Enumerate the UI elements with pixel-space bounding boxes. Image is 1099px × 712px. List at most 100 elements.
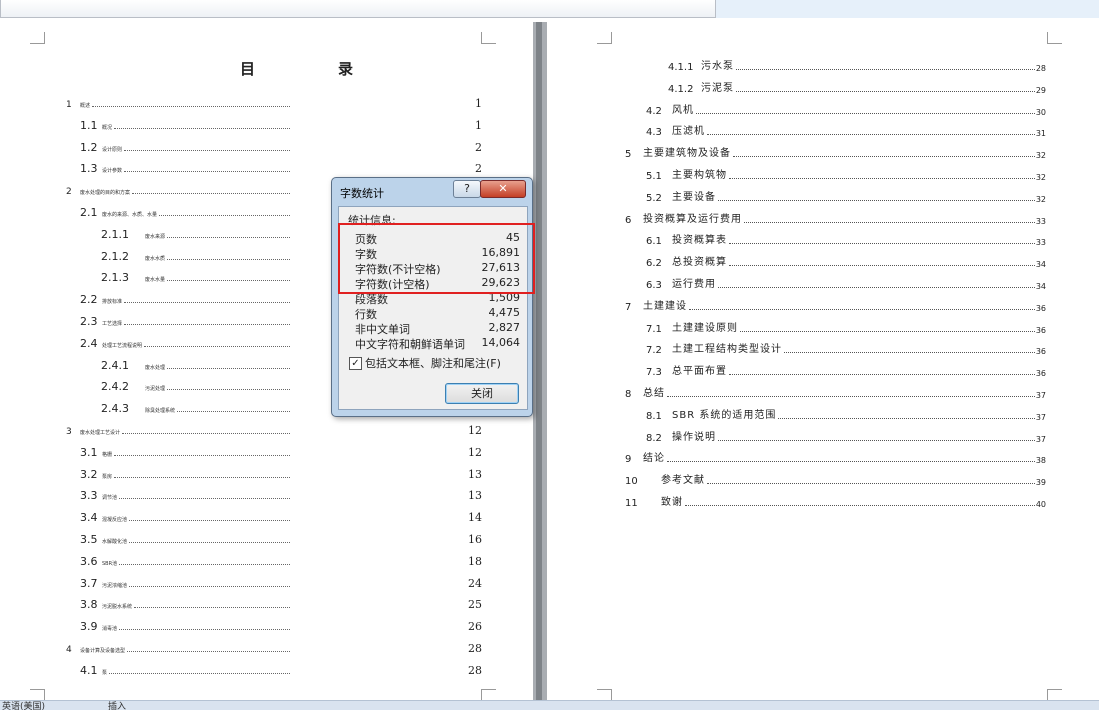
toc-entry-number: 10 (625, 476, 638, 488)
toc-entry-title: SBR池 (102, 560, 118, 567)
toc-leader-dots (119, 563, 290, 565)
toc-leader-dots (718, 287, 1035, 288)
toolbar-background (716, 0, 1099, 18)
toc-leader-dots (129, 520, 290, 522)
toc-entry-title: 运行费用 (672, 279, 716, 290)
toc-entry-number: 4.3 (646, 127, 662, 139)
toc-entry-page: 29 (1035, 85, 1046, 95)
toc-entry[interactable]: 6.3 运行费用 34 (0, 275, 1099, 291)
toc-entry-page: 14 (468, 511, 482, 525)
toc-entry-title: 主要构筑物 (672, 170, 727, 181)
toc-entry-number: 4 (66, 645, 72, 655)
dialog-close-icon[interactable]: ✕ (480, 180, 526, 198)
dialog-title: 字数统计 (340, 187, 384, 200)
stat-value-cjk-chars: 14,064 (481, 336, 521, 349)
toc-entry[interactable]: 10 参考文献 39 (0, 471, 1099, 487)
stat-label-lines: 行数 (355, 308, 377, 321)
toc-entry[interactable]: 4.3 压滤机 31 (0, 122, 1099, 138)
toc-entry[interactable]: 7.2 土建工程结构类型设计 36 (0, 340, 1099, 356)
toc-entry-page: 32 (1035, 194, 1046, 204)
include-textboxes-checkbox[interactable]: ✓ (349, 357, 362, 370)
toc-entry-page: 39 (1035, 478, 1046, 488)
toc-leader-dots (729, 243, 1035, 245)
toc-entry-number: 3.8 (80, 598, 98, 612)
toc-entry[interactable]: 4.1.1 污水泵 28 (0, 57, 1099, 73)
toc-entry-number: 4.2 (646, 105, 662, 117)
toc-entry-page: 28 (468, 642, 482, 655)
status-insert-mode[interactable]: 插入 (108, 699, 126, 712)
toc-entry[interactable]: 9 结论 38 (0, 449, 1099, 465)
toc-entry-title: 操作说明 (672, 431, 716, 443)
toc-entry-number: 4.1.2 (668, 83, 694, 95)
toc-entry[interactable]: 8 总结 37 (0, 384, 1099, 400)
crop-mark (1047, 32, 1062, 44)
toc-entry-page: 32 (1035, 151, 1046, 161)
toc-entry-number: 3.9 (80, 620, 98, 634)
word-count-dialog: 字数统计 ? ✕ 统计信息: 页数 45 字数 16,891 字符数(不计空格)… (331, 177, 533, 417)
toc-entry-page: 40 (1035, 500, 1046, 509)
toc-entry-title: 消毒池 (102, 626, 118, 633)
toc-leader-dots (707, 483, 1035, 485)
toc-entry[interactable]: 5.2 主要设备 32 (0, 188, 1099, 204)
toc-entry[interactable]: 8.1 SBR 系统的适用范围 37 (0, 406, 1099, 422)
toc-entry-number: 11 (625, 498, 638, 509)
toc-leader-dots (733, 156, 1035, 158)
toc-entry-number: 3.5 (80, 533, 98, 546)
toc-leader-dots (134, 607, 290, 609)
toc-entry-page: 26 (468, 620, 482, 634)
toc-entry-number: 8 (625, 389, 632, 400)
toc-entry-title: 总平面布置 (672, 366, 727, 378)
include-textboxes-label[interactable]: 包括文本框、脚注和尾注(F) (365, 355, 501, 371)
toc-entry-number: 7.3 (646, 367, 662, 379)
toc-leader-dots (744, 221, 1035, 223)
toc-entry-title: 总投资概算 (672, 257, 727, 269)
toc-leader-dots (129, 542, 290, 543)
toc-leader-dots (729, 265, 1035, 267)
toc-entry[interactable]: 11 致谢 40 (0, 493, 1099, 509)
toc-leader-dots (667, 461, 1035, 463)
toc-entry-number: 7.2 (646, 345, 662, 357)
help-button[interactable]: ? (453, 180, 481, 198)
horizontal-scrollbar[interactable] (0, 0, 716, 18)
toc-entry-title: 总结 (643, 388, 665, 399)
toc-entry[interactable]: 4.1.2 污泥泵 29 (0, 79, 1099, 95)
toc-entry-page: 37 (1035, 412, 1046, 422)
toc-entry[interactable]: 4.2 风机 30 (0, 101, 1099, 117)
toc-leader-dots (119, 629, 290, 631)
toc-entry-number: 6.1 (646, 236, 662, 248)
toc-entry-page: 18 (468, 554, 482, 568)
toc-leader-dots (729, 374, 1035, 376)
toc-entry-number: 7 (625, 301, 632, 313)
toc-entry[interactable]: 7 土建建设 36 (0, 297, 1099, 313)
status-language[interactable]: 英语(美国) (2, 699, 45, 712)
toc-entry[interactable]: 5 主要建筑物及设备 32 (0, 144, 1099, 160)
toc-leader-dots (718, 199, 1035, 201)
toc-entry-page: 30 (1035, 107, 1046, 117)
close-button[interactable]: 关闭 (445, 383, 519, 404)
toc-entry[interactable]: 8.2 操作说明 37 (0, 428, 1099, 444)
toc-entry[interactable]: 7.3 总平面布置 36 (0, 362, 1099, 378)
toc-entry[interactable]: 7.1 土建建设原则 36 (0, 319, 1099, 335)
toc-leader-dots (667, 396, 1035, 397)
toc-leader-dots (784, 352, 1035, 354)
toc-entry-page: 36 (1035, 325, 1046, 335)
toc-entry-title: 压滤机 (672, 126, 705, 138)
toc-entry-number: 6 (625, 214, 632, 226)
toc-entry-number: 7.1 (646, 323, 662, 335)
toc-entry-page: 28 (468, 663, 482, 677)
toc-leader-dots (718, 439, 1035, 441)
toc-entry-title: 主要建筑物及设备 (643, 148, 731, 160)
toc-entry[interactable]: 6.1 投资概算表 33 (0, 231, 1099, 247)
toc-entry-number: 4.1 (80, 663, 98, 677)
crop-mark (481, 32, 496, 44)
toc-entry[interactable]: 6 投资概算及运行费用 33 (0, 210, 1099, 226)
toc-entry[interactable]: 5.1 主要构筑物 32 (0, 166, 1099, 182)
toc-entry-number: 3.6 (80, 554, 98, 568)
toc-entry-title: 致谢 (661, 497, 683, 508)
toc-entry-page: 38 (1035, 456, 1046, 466)
stat-label-non-cjk-words: 非中文单词 (355, 323, 410, 336)
toc-entry-page: 37 (1035, 391, 1046, 400)
toc-entry[interactable]: 6.2 总投资概算 34 (0, 253, 1099, 269)
toc-leader-dots (778, 417, 1035, 419)
toc-entry-title: 水解酸化池 (102, 539, 128, 545)
